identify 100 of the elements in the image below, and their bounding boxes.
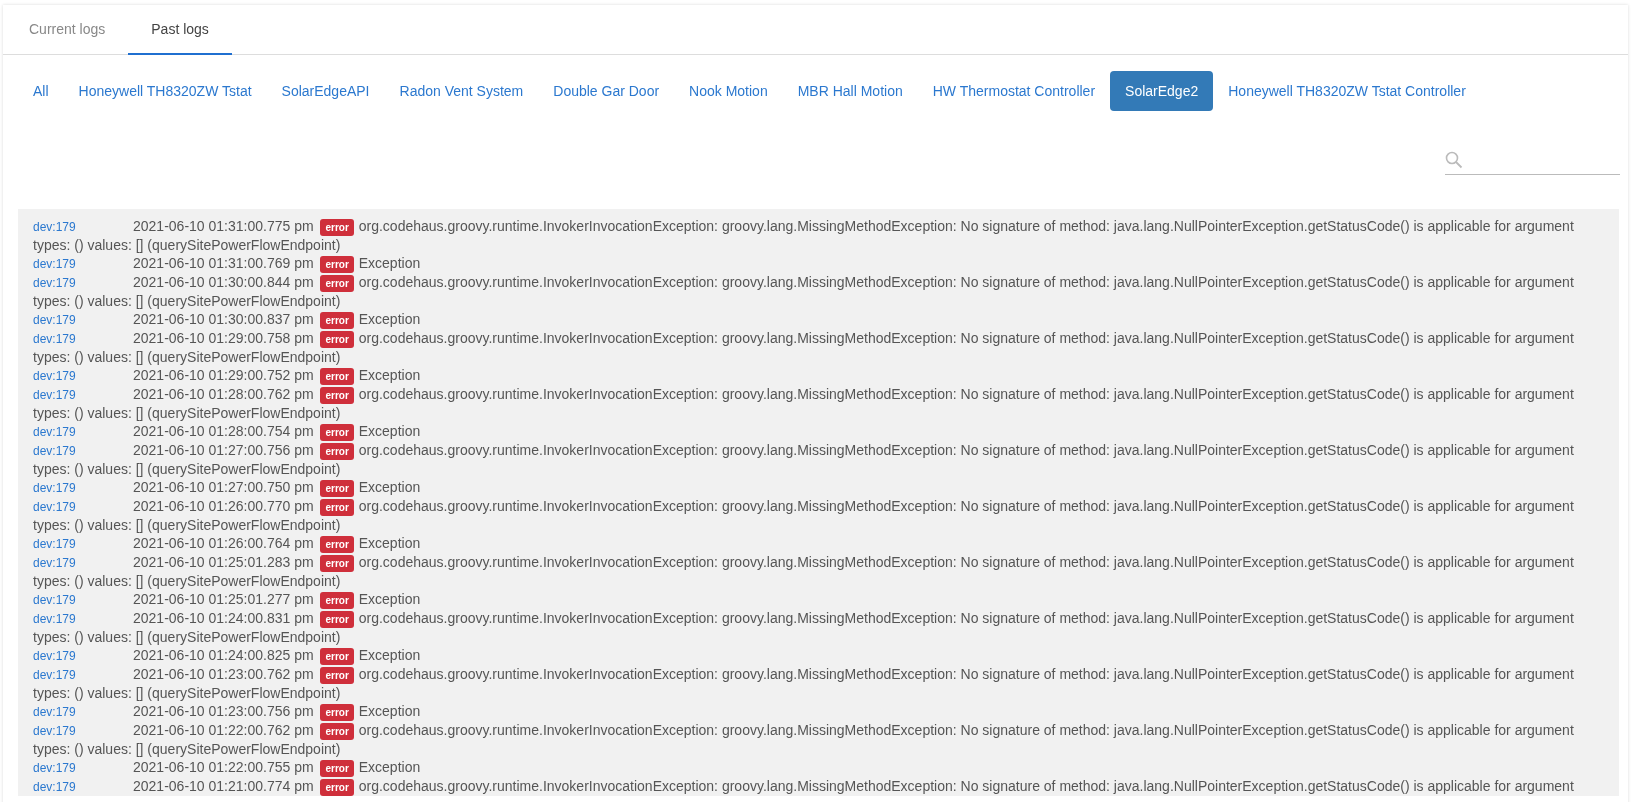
level-badge: error (320, 255, 354, 273)
device-link[interactable]: dev:179 (33, 274, 133, 292)
device-link[interactable]: dev:179 (33, 218, 133, 236)
device-link[interactable]: dev:179 (33, 703, 133, 721)
log-message: types: () values: [] (querySitePowerFlowEndpoint) (33, 293, 341, 309)
level-badge: error (320, 367, 354, 385)
device-filter[interactable]: Honeywell TH8320ZW Tstat Controller (1213, 71, 1481, 111)
device-link[interactable]: dev:179 (33, 386, 133, 404)
log-message: types: () values: [] (querySitePowerFlowEndpoint) (33, 685, 341, 701)
device-filter[interactable]: HW Thermostat Controller (917, 71, 1111, 111)
log-message: org.codehaus.groovy.runtime.InvokerInvocationException: groovy.lang.MissingMethodException: No signature of method: java.lang.NullPointerException.getStatusCode() is applicable for argument (358, 386, 1574, 402)
level-badge: error (320, 610, 354, 628)
log-message: org.codehaus.groovy.runtime.InvokerInvocationException: groovy.lang.MissingMethodException: No signature of method: java.lang.NullPointerException.getStatusCode() is applicable for argument (358, 610, 1574, 626)
log-message: org.codehaus.groovy.runtime.InvokerInvocationException: groovy.lang.MissingMethodException: No signature of method: java.lang.NullPointerException.getStatusCode() is applicable for argument (358, 554, 1574, 570)
log-message: Exception (358, 647, 421, 663)
log-time: 2021-06-10 01:29:00.758 pm (133, 330, 314, 346)
log-time: 2021-06-10 01:22:00.755 pm (133, 759, 314, 775)
level-badge: error (320, 479, 354, 497)
device-link[interactable]: dev:179 (33, 442, 133, 460)
device-link[interactable]: dev:179 (33, 479, 133, 497)
device-filter[interactable]: Radon Vent System (384, 71, 539, 111)
log-message: types: () values: [] (querySitePowerFlowEndpoint) (33, 349, 341, 365)
level-badge: error (320, 554, 354, 572)
device-filter[interactable]: Double Gar Door (538, 71, 675, 111)
level-badge: error (320, 759, 354, 777)
log-time: 2021-06-10 01:27:00.750 pm (133, 479, 314, 495)
device-link[interactable]: dev:179 (33, 778, 133, 796)
device-link[interactable]: dev:179 (33, 759, 133, 777)
log-time: 2021-06-10 01:28:00.762 pm (133, 386, 314, 402)
log-time: 2021-06-10 01:25:01.283 pm (133, 554, 314, 570)
log-message: Exception (358, 479, 421, 495)
device-filter[interactable]: Honeywell TH8320ZW Tstat (63, 71, 267, 111)
device-link[interactable]: dev:179 (33, 367, 133, 385)
log-message: org.codehaus.groovy.runtime.InvokerInvocationException: groovy.lang.MissingMethodException: No signature of method: java.lang.NullPointerException.getStatusCode() is applicable for argument (358, 218, 1574, 234)
device-link[interactable]: dev:179 (33, 554, 133, 572)
log-message: types: () values: [] (querySitePowerFlowEndpoint) (33, 629, 341, 645)
level-badge: error (320, 218, 354, 236)
device-link[interactable]: dev:179 (33, 535, 133, 553)
log-message: types: () values: [] (querySitePowerFlowEndpoint) (33, 517, 341, 533)
device-filter[interactable]: All (18, 71, 64, 111)
log-message: org.codehaus.groovy.runtime.InvokerInvocationException: groovy.lang.MissingMethodException: No signature of method: java.lang.NullPointerException.getStatusCode() is applicable for argument (358, 498, 1574, 514)
device-link[interactable]: dev:179 (33, 330, 133, 348)
level-badge: error (320, 274, 354, 292)
log-message: org.codehaus.groovy.runtime.InvokerInvocationException: groovy.lang.MissingMethodException: No signature of method: java.lang.NullPointerException.getStatusCode() is applicable for argument (358, 778, 1574, 794)
log-message: Exception (358, 591, 421, 607)
log-message: org.codehaus.groovy.runtime.InvokerInvocationException: groovy.lang.MissingMethodException: No signature of method: java.lang.NullPointerException.getStatusCode() is applicable for argument (358, 442, 1574, 458)
level-badge: error (320, 703, 354, 721)
log-message: Exception (358, 535, 421, 551)
log-message: org.codehaus.groovy.runtime.InvokerInvocationException: groovy.lang.MissingMethodException: No signature of method: java.lang.NullPointerException.getStatusCode() is applicable for argument (358, 274, 1574, 290)
log-time: 2021-06-10 01:29:00.752 pm (133, 367, 314, 383)
device-link[interactable]: dev:179 (33, 423, 133, 441)
log-time: 2021-06-10 01:24:00.825 pm (133, 647, 314, 663)
level-badge: error (320, 423, 354, 441)
level-badge: error (320, 591, 354, 609)
level-badge: error (320, 442, 354, 460)
device-link[interactable]: dev:179 (33, 647, 133, 665)
log-message: Exception (358, 311, 421, 327)
device-link[interactable]: dev:179 (33, 722, 133, 740)
log-message: types: () values: [] (querySitePowerFlowEndpoint) (33, 741, 341, 757)
log-message: types: () values: [] (querySitePowerFlowEndpoint) (33, 405, 341, 421)
log-message: Exception (358, 255, 421, 271)
log-time: 2021-06-10 01:26:00.764 pm (133, 535, 314, 551)
log-time: 2021-06-10 01:22:00.762 pm (133, 722, 314, 738)
level-badge: error (320, 647, 354, 665)
log-time: 2021-06-10 01:21:00.774 pm (133, 778, 314, 794)
device-filter[interactable]: SolarEdge2 (1110, 71, 1214, 111)
level-badge: error (320, 311, 354, 329)
log-time: 2021-06-10 01:30:00.837 pm (133, 311, 314, 327)
search-icon (1445, 150, 1463, 169)
log-time: 2021-06-10 01:24:00.831 pm (133, 610, 314, 626)
device-filter[interactable]: SolarEdgeAPI (266, 71, 385, 111)
log-tab[interactable]: Past logs (128, 5, 232, 55)
log-time: 2021-06-10 01:23:00.762 pm (133, 666, 314, 682)
log-message: org.codehaus.groovy.runtime.InvokerInvocationException: groovy.lang.MissingMethodException: No signature of method: java.lang.NullPointerException.getStatusCode() is applicable for argument (358, 666, 1574, 682)
log-message: types: () values: [] (querySitePowerFlowEndpoint) (33, 461, 341, 477)
log-message: Exception (358, 423, 421, 439)
device-link[interactable]: dev:179 (33, 610, 133, 628)
device-filter[interactable]: Nook Motion (674, 71, 783, 111)
level-badge: error (320, 330, 354, 348)
log-message: org.codehaus.groovy.runtime.InvokerInvocationException: groovy.lang.MissingMethodException: No signature of method: java.lang.NullPointerException.getStatusCode() is applicable for argument (358, 722, 1574, 738)
level-badge: error (320, 722, 354, 740)
log-message: Exception (358, 759, 421, 775)
log-message: types: () values: [] (querySitePowerFlowEndpoint) (33, 237, 341, 253)
log-time: 2021-06-10 01:23:00.756 pm (133, 703, 314, 719)
device-link[interactable]: dev:179 (33, 666, 133, 684)
level-badge: error (320, 778, 354, 796)
device-link[interactable]: dev:179 (33, 591, 133, 609)
device-link[interactable]: dev:179 (33, 255, 133, 273)
device-filter[interactable]: MBR Hall Motion (782, 71, 918, 111)
level-badge: error (320, 666, 354, 684)
level-badge: error (320, 535, 354, 553)
log-message: Exception (358, 367, 421, 383)
log-tab[interactable]: Current logs (6, 5, 129, 55)
log-time: 2021-06-10 01:28:00.754 pm (133, 423, 314, 439)
device-link[interactable]: dev:179 (33, 498, 133, 516)
log-time: 2021-06-10 01:31:00.775 pm (133, 218, 314, 234)
log-time: 2021-06-10 01:31:00.769 pm (133, 255, 314, 271)
log-time: 2021-06-10 01:30:00.844 pm (133, 274, 314, 290)
log-message: org.codehaus.groovy.runtime.InvokerInvocationException: groovy.lang.MissingMethodException: No signature of method: java.lang.NullPointerException.getStatusCode() is applicable for argument (358, 330, 1574, 346)
device-link[interactable]: dev:179 (33, 311, 133, 329)
